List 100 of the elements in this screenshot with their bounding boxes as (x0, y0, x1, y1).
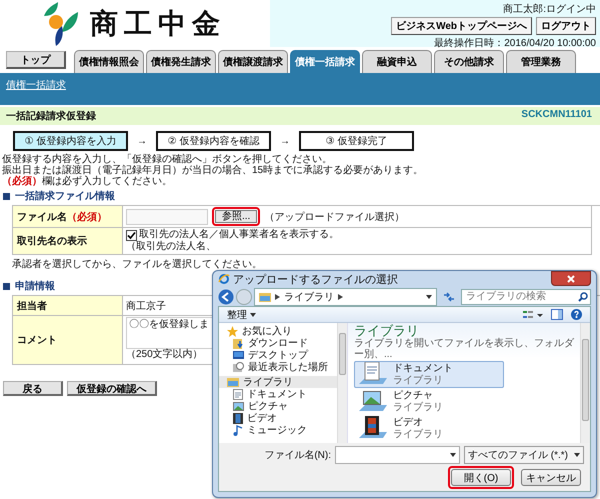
checkbox[interactable] (126, 230, 137, 240)
section-heading: 一括請求ファイル情報 (15, 190, 115, 203)
library-name: ビデオ (393, 416, 424, 428)
library-item[interactable]: ビデオ ライブラリ (354, 415, 504, 442)
screen-id: SCKCMN11101 (521, 109, 592, 122)
back-icon[interactable] (218, 288, 234, 304)
close-icon (567, 274, 575, 282)
last-operation-time: 最終操作日時：2016/04/20 10:00:00 (434, 36, 596, 50)
nav-item[interactable]: ライブラリ (219, 376, 337, 388)
music-note-icon (233, 424, 243, 436)
nav-label: ミュージック (247, 424, 307, 437)
document-icon (233, 388, 243, 400)
instruction-text: （必須）欄は必ず入力してください。 (2, 176, 173, 187)
recent-places-icon (233, 362, 244, 372)
nav-item[interactable]: デスクトップ (219, 349, 337, 361)
browser-icon (218, 273, 230, 285)
nav-tab[interactable]: 融資申込 (362, 50, 432, 73)
path-text: ライブラリ (284, 290, 334, 304)
preview-pane-icon[interactable] (551, 309, 563, 320)
chevron-icon (275, 294, 280, 300)
field-note: （取引先の法人名、 (126, 241, 216, 253)
nav-item[interactable]: ドキュメント (219, 388, 337, 400)
file-type-select[interactable]: すべてのファイル (*.*) (464, 446, 584, 464)
refresh-icon[interactable] (442, 290, 456, 302)
nav-tab[interactable]: 債権譲渡請求 (218, 50, 288, 73)
nav-item[interactable]: 最近表示した場所 (219, 361, 337, 373)
nav-tab[interactable]: 債権情報照会 (74, 50, 144, 73)
nav-label: 最近表示した場所 (248, 360, 328, 374)
library-heading: ライブラリ (354, 323, 420, 338)
star-icon (227, 326, 238, 336)
note-text: 承認者を選択してから、ファイルを選択してください。 (11, 258, 263, 271)
nav-item[interactable]: ビデオ (219, 412, 337, 424)
dropdown-icon (450, 453, 456, 457)
scrollbar[interactable] (337, 323, 347, 443)
step-arrow: → (279, 136, 291, 146)
file-name-field[interactable] (335, 446, 460, 464)
table-label: ファイル名（必須） (13, 206, 123, 228)
download-folder-icon (233, 338, 244, 348)
close-button[interactable] (551, 271, 591, 286)
table-cell-text: 商工京子 (126, 300, 166, 312)
header-button[interactable]: ビジネスWebトップページへ (391, 17, 532, 35)
file-name-label: ファイル名(N): (264, 449, 331, 462)
step-arrow: → (136, 136, 148, 146)
file-field[interactable] (126, 208, 208, 224)
instruction-text: 仮登録する内容を入力し、「仮登録の確認へ」ボタンを押してください。 (2, 154, 333, 165)
nav-item[interactable]: ピクチャ (219, 400, 337, 412)
desktop-icon (233, 350, 244, 360)
help-icon[interactable] (571, 309, 582, 320)
dialog-button[interactable]: 開く(O) (451, 469, 511, 486)
nav-tab[interactable]: その他請求 (434, 50, 504, 73)
section-heading: 申請情報 (15, 280, 55, 293)
library-name: ドキュメント (393, 362, 453, 374)
table-label: 取引先名の表示 (13, 228, 123, 255)
logo-text: 商工中金 (90, 6, 226, 42)
film-icon (233, 412, 243, 424)
library-item[interactable]: ドキュメント ライブラリ (354, 361, 504, 388)
dialog-title: アップロードするファイルの選択 (233, 272, 398, 286)
user-status: 商工太郎:ログイン中 (503, 2, 596, 16)
view-icon[interactable] (523, 310, 543, 320)
library-description: ライブラリを開いてファイルを表示し、フォルダー別、... (354, 338, 574, 360)
nav-tab[interactable]: 債権発生請求 (146, 50, 216, 73)
chevron-icon (338, 294, 343, 300)
field-hint: （アップロードファイル選択） (264, 210, 404, 224)
caret-icon (250, 312, 256, 316)
form-button[interactable]: 戻る (3, 381, 63, 396)
browse-button[interactable]: 参照... (215, 210, 258, 223)
nav-tab[interactable]: 債権一括請求 (290, 50, 360, 73)
field-note: （250文字以内） (126, 349, 203, 361)
square-icon (3, 192, 10, 200)
library-type: ライブラリ (393, 428, 443, 440)
search-field[interactable]: ライブラリの検索 (461, 288, 591, 304)
table-label: 担当者 (13, 296, 123, 316)
nav-label: デスクトップ (248, 348, 308, 362)
dropdown-icon[interactable] (426, 294, 432, 298)
nav-label: ピクチャ (248, 400, 288, 413)
breadcrumb-link[interactable]: 債権一括請求 (6, 78, 66, 92)
picture-icon (233, 402, 244, 410)
nav-label: ドキュメント (247, 388, 307, 401)
step-indicator: ① 仮登録内容を入力 (13, 131, 128, 151)
step-indicator: ② 仮登録内容を確認 (156, 131, 271, 151)
nav-label: ビデオ (247, 412, 277, 425)
library-name: ピクチャ (393, 390, 434, 402)
library-item[interactable]: ピクチャ ライブラリ (354, 388, 504, 415)
step-indicator: ③ 仮登録完了 (299, 131, 414, 151)
table-label: コメント (13, 316, 123, 365)
scrollbar[interactable] (580, 323, 590, 443)
square-icon (3, 282, 10, 290)
nav-tab[interactable]: 管理業務 (506, 50, 576, 73)
nav-item[interactable]: ミュージック (219, 424, 337, 436)
dialog-button[interactable]: キャンセル (521, 469, 581, 486)
top-button[interactable]: トップ (6, 51, 66, 69)
form-button[interactable]: 仮登録の確認へ (67, 381, 157, 396)
page-title: 一括記録請求仮登録 (6, 110, 96, 123)
folder-icon (259, 292, 271, 302)
address-bar[interactable]: ライブラリ (254, 288, 437, 306)
header-button[interactable]: ログアウト (536, 17, 596, 35)
folder-icon (227, 377, 239, 387)
instruction-text: 振出日または譲渡日（電子記録年月日）が当日の場合、15時までに承認する必要があります。 (2, 165, 424, 176)
search-icon (578, 292, 588, 302)
library-type: ライブラリ (393, 374, 444, 386)
